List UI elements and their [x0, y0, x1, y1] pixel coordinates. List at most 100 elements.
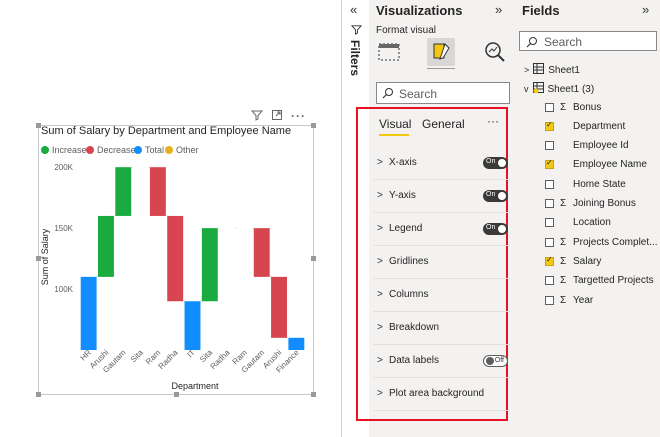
waterfall-bar — [149, 167, 166, 216]
sigma-icon: Σ — [560, 294, 567, 306]
field-item[interactable]: Location — [545, 214, 611, 232]
table-sheet1-3[interactable]: v Sheet1 (3) — [524, 82, 594, 96]
data-labels-toggle[interactable]: Off — [483, 355, 508, 367]
field-checkbox[interactable] — [545, 255, 554, 266]
field-item[interactable]: Σ Salary — [545, 252, 601, 270]
section-label: Plot area background — [389, 388, 485, 399]
chevron-right-icon: > — [377, 190, 383, 201]
field-item[interactable]: Σ Targetted Projects — [545, 272, 654, 290]
y-tick-label: 150K — [54, 224, 73, 233]
sigma-icon: Σ — [560, 236, 567, 248]
sigma-icon: Σ — [560, 275, 567, 287]
section-data-labels[interactable]: > Data labels Off — [374, 346, 509, 378]
field-item[interactable]: Employee Name — [545, 156, 647, 174]
chevron-right-icon: > — [377, 157, 383, 168]
sigma-icon: Σ — [560, 255, 567, 267]
field-item[interactable]: Department — [545, 117, 625, 135]
chevron-right-icon: > — [377, 322, 383, 333]
sigma-icon: Σ — [560, 198, 567, 209]
y-axis-title: Sum of Salary — [40, 228, 50, 285]
field-label: Projects Complet... — [573, 236, 658, 248]
x-tick-label: Sita — [129, 348, 146, 365]
visualizations-title: Visualizations — [376, 3, 463, 18]
fields-search-placeholder: Search — [544, 35, 583, 49]
section-label: Gridlines — [389, 256, 429, 267]
format-visual-icon[interactable] — [427, 38, 455, 66]
field-checkbox[interactable] — [545, 295, 554, 305]
report-canvas: ··· Sum of Salary by Department and Empl… — [0, 0, 330, 437]
table-label: Sheet1 (3) — [547, 83, 595, 95]
more-options-icon[interactable]: ··· — [487, 114, 499, 128]
legend-toggle[interactable]: On — [483, 223, 508, 235]
waterfall-bar — [167, 215, 184, 302]
field-item[interactable]: Σ Year — [545, 291, 593, 309]
funnel-icon — [350, 24, 363, 38]
build-visual-icon[interactable] — [375, 38, 403, 66]
y-axis-toggle[interactable]: On — [483, 190, 508, 202]
field-checkbox[interactable] — [545, 276, 554, 286]
section-label: Y-axis — [389, 190, 416, 201]
x-axis-toggle[interactable]: On — [483, 157, 508, 169]
chevron-right-icon: > — [377, 256, 383, 267]
field-item[interactable]: Σ Joining Bonus — [545, 195, 636, 213]
table-sheet1[interactable]: > Sheet1 — [524, 63, 580, 77]
field-label: Salary — [573, 255, 602, 267]
chevron-down-icon: v — [524, 84, 529, 94]
section-columns[interactable]: > Columns — [374, 280, 509, 312]
field-checkbox[interactable] — [545, 199, 554, 208]
table-icon — [532, 82, 544, 96]
active-tab-indicator — [427, 68, 455, 69]
section-y-axis[interactable]: > Y-axis On — [374, 181, 509, 213]
filters-label: Filters — [348, 40, 362, 77]
field-item[interactable]: Σ Bonus — [545, 98, 601, 116]
tab-visual[interactable]: Visual — [379, 117, 411, 131]
field-label: Location — [573, 217, 611, 229]
chevron-right-icon: > — [377, 388, 383, 399]
waterfall-bar — [115, 167, 132, 216]
search-icon — [526, 35, 538, 53]
field-label: Joining Bonus — [573, 198, 636, 209]
section-x-axis[interactable]: > X-axis On — [374, 148, 509, 180]
field-checkbox[interactable] — [545, 120, 554, 131]
field-checkbox[interactable] — [545, 158, 554, 170]
waterfall-bar — [80, 276, 97, 350]
field-checkbox[interactable] — [545, 237, 554, 247]
section-breakdown[interactable]: > Breakdown — [374, 313, 509, 345]
viz-search-placeholder: Search — [399, 87, 438, 101]
section-plot-area-background[interactable]: > Plot area background — [374, 379, 509, 411]
section-label: X-axis — [389, 157, 417, 168]
fields-pane: Fields » Search > Sheet1 v Sheet1 (3) ΣB… — [516, 0, 660, 437]
field-checkbox[interactable] — [545, 141, 554, 151]
tab-general[interactable]: General — [422, 117, 465, 131]
field-checkbox[interactable] — [545, 179, 554, 189]
viz-search-input[interactable]: Search — [376, 82, 510, 104]
section-gridlines[interactable]: > Gridlines — [374, 247, 509, 279]
waterfall-bar — [184, 301, 201, 350]
fields-search-input[interactable]: Search — [519, 31, 657, 51]
y-tick-label: 100K — [54, 285, 73, 294]
waterfall-bar — [271, 276, 287, 338]
chevron-right-icon: > — [377, 355, 383, 366]
table-icon — [533, 63, 545, 77]
expand-filters-icon[interactable]: « — [350, 2, 357, 17]
section-label: Legend — [389, 223, 423, 234]
field-checkbox[interactable] — [545, 218, 554, 228]
waterfall-bar — [98, 215, 114, 277]
x-tick-label: Radha — [208, 348, 231, 371]
x-axis-title: Department — [171, 381, 219, 391]
field-item[interactable]: Σ Projects Complet... — [545, 233, 657, 251]
collapse-fields-icon[interactable]: » — [642, 2, 649, 17]
section-label: Breakdown — [389, 322, 440, 333]
chevron-right-icon: > — [524, 65, 530, 75]
collapse-visualizations-icon[interactable]: » — [495, 2, 502, 17]
field-item[interactable]: Employee Id — [545, 137, 629, 155]
waterfall-bar — [201, 228, 218, 302]
y-tick-label: 200K — [54, 163, 73, 172]
field-item[interactable]: Home State — [545, 175, 626, 193]
tab-visual-underline — [379, 134, 409, 136]
chevron-right-icon: > — [377, 289, 383, 300]
analytics-icon[interactable] — [481, 38, 509, 66]
section-legend[interactable]: > Legend On — [374, 214, 509, 246]
field-checkbox[interactable] — [545, 102, 554, 112]
search-icon — [382, 86, 394, 104]
